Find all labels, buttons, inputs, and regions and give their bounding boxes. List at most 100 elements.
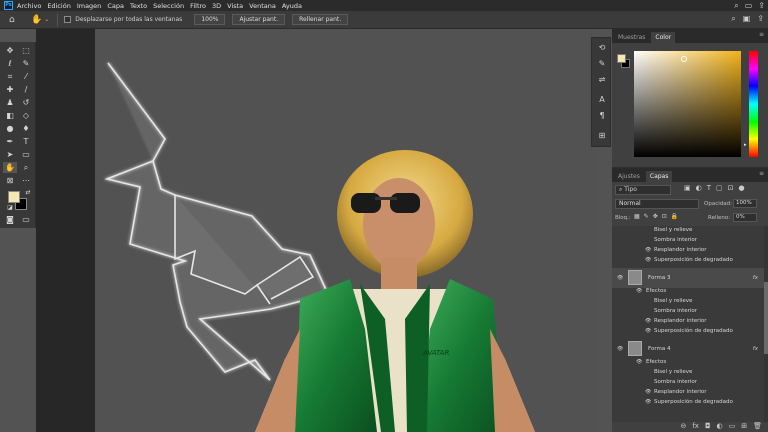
lasso-tool-icon[interactable]: ℓ — [3, 58, 17, 69]
layer-row-forma-4[interactable]: 👁 Forma 4 fx — [612, 339, 764, 359]
edit-toolbar-icon[interactable]: ⊠ — [3, 175, 17, 186]
effect-row[interactable]: Bisel y relieve — [612, 227, 764, 237]
panel-menu-icon[interactable]: ≡ — [759, 31, 764, 38]
visibility-eye-icon[interactable]: 👁 — [645, 328, 651, 334]
layer-filter-select[interactable]: ⌕ Tipo — [615, 185, 671, 195]
visibility-eye-icon[interactable]: 👁 — [645, 247, 651, 253]
eyedropper-tool-icon[interactable]: ⁄ — [19, 71, 33, 82]
effect-row[interactable]: Sombra interior — [612, 308, 764, 318]
visibility-eye-icon[interactable]: 👁 — [645, 389, 651, 395]
crop-tool-icon[interactable]: ⌗ — [3, 71, 17, 82]
add-style-icon[interactable]: fx — [692, 422, 699, 432]
history-icon[interactable]: ⟲ — [596, 42, 608, 53]
layers-scrollbar[interactable] — [764, 226, 768, 422]
layer-row-forma-3[interactable]: 👁 Forma 3 fx — [612, 268, 764, 288]
menu-archivo[interactable]: Archivo — [17, 2, 41, 10]
adjustments-icon[interactable]: ⇌ — [596, 74, 608, 85]
quick-select-tool-icon[interactable]: ✎ — [19, 58, 33, 69]
smart-object-filter-icon[interactable]: ⊡ — [728, 184, 734, 192]
lock-all-icon[interactable]: 🔒 — [671, 213, 678, 220]
search-icon[interactable]: ⌕ — [731, 14, 735, 24]
color-picker-marker[interactable] — [681, 56, 687, 62]
effects-header-row[interactable]: 👁 Efectos — [612, 288, 764, 298]
menu-filtro[interactable]: Filtro — [190, 2, 206, 10]
hand-tool-icon[interactable]: ✋ — [31, 15, 42, 25]
add-mask-icon[interactable]: ◘ — [705, 422, 711, 432]
type-filter-icon[interactable]: T — [707, 184, 711, 192]
brush-settings-icon[interactable]: ✎ — [596, 58, 608, 69]
menu-capa[interactable]: Capa — [107, 2, 124, 10]
workspace-icon[interactable]: ▭ — [745, 1, 753, 10]
hue-slider-handle-icon[interactable]: ▸ — [744, 142, 747, 148]
layer-thumbnail[interactable] — [628, 270, 642, 285]
menu-vista[interactable]: Vista — [227, 2, 243, 10]
visibility-eye-icon[interactable]: 👁 — [617, 275, 623, 281]
hue-slider[interactable] — [749, 51, 758, 157]
type-tool-icon[interactable]: T — [19, 136, 33, 147]
layer-thumbnail[interactable] — [628, 341, 642, 356]
fx-icon[interactable]: fx — [753, 346, 758, 352]
adjustment-filter-icon[interactable]: ◐ — [696, 184, 702, 192]
share-icon[interactable]: ⇪ — [757, 14, 764, 24]
hand-tool-icon[interactable]: ✋ — [3, 162, 17, 173]
menu-ventana[interactable]: Ventana — [249, 2, 276, 10]
effect-row[interactable]: Sombra interior — [612, 237, 764, 247]
menu-imagen[interactable]: Imagen — [77, 2, 101, 10]
home-icon[interactable]: ⌂ — [9, 15, 19, 25]
effect-row[interactable]: 👁 Resplandor interior — [612, 247, 764, 257]
group-icon[interactable]: ▭ — [729, 422, 736, 432]
scrollbar-thumb[interactable] — [764, 282, 768, 354]
healing-brush-tool-icon[interactable]: ✚ — [3, 84, 17, 95]
more-tools-icon[interactable]: ⋯ — [19, 175, 33, 186]
tab-capas[interactable]: Capas — [645, 171, 673, 182]
arrange-documents-icon[interactable]: ▣ — [743, 14, 751, 24]
shape-filter-icon[interactable]: ▢ — [716, 184, 723, 192]
path-selection-tool-icon[interactable]: ➤ — [3, 149, 17, 160]
pen-tool-icon[interactable]: ✒ — [3, 136, 17, 147]
lock-position-icon[interactable]: ✥ — [653, 213, 658, 220]
adjustment-layer-icon[interactable]: ◐ — [717, 422, 723, 432]
fx-icon[interactable]: fx — [753, 275, 758, 281]
character-icon[interactable]: A — [596, 94, 608, 105]
scroll-all-windows-checkbox[interactable] — [64, 16, 72, 23]
menu-ayuda[interactable]: Ayuda — [282, 2, 302, 10]
visibility-eye-icon[interactable]: 👁 — [617, 346, 623, 352]
filter-toggle-icon[interactable]: ● — [739, 184, 745, 192]
paint-bucket-tool-icon[interactable]: ◇ — [19, 110, 33, 121]
blend-mode-select[interactable]: Normal — [615, 199, 699, 209]
effect-row[interactable]: 👁 Superposición de degradado — [612, 257, 764, 267]
properties-icon[interactable]: ⊞ — [596, 130, 608, 141]
visibility-eye-icon[interactable]: 👁 — [636, 359, 642, 365]
fill-screen-button[interactable]: Rellenar pant. — [292, 14, 349, 25]
zoom-100-button[interactable]: 100% — [194, 14, 226, 25]
lock-artboard-icon[interactable]: ⊡ — [662, 213, 667, 220]
fill-input[interactable]: 0% — [733, 213, 757, 222]
swap-colors-icon[interactable]: ⇄ — [21, 187, 35, 198]
effect-row[interactable]: 👁 Resplandor interior — [612, 318, 764, 328]
menu-seleccion[interactable]: Selección — [153, 2, 184, 10]
dodge-tool-icon[interactable]: ♦ — [19, 123, 33, 134]
screen-mode-icon[interactable]: ▭ — [19, 214, 33, 225]
blur-tool-icon[interactable]: ● — [3, 123, 17, 134]
tab-color[interactable]: Color — [651, 32, 676, 43]
menu-texto[interactable]: Texto — [130, 2, 147, 10]
visibility-eye-icon[interactable]: 👁 — [636, 288, 642, 294]
marquee-tool-icon[interactable]: ⬚ — [19, 45, 33, 56]
link-layers-icon[interactable]: ⊖ — [680, 422, 686, 432]
effect-row[interactable]: Bisel y relieve — [612, 369, 764, 379]
tab-muestras[interactable]: Muestras — [614, 32, 649, 43]
rectangle-tool-icon[interactable]: ▭ — [19, 149, 33, 160]
opacity-input[interactable]: 100% — [733, 199, 757, 208]
default-colors-icon[interactable]: ◪ — [3, 202, 17, 213]
lock-transparent-icon[interactable]: ▦ — [634, 213, 640, 220]
brush-tool-icon[interactable]: / — [19, 84, 33, 95]
document-canvas[interactable]: AVATAR — [95, 29, 597, 432]
menu-edicion[interactable]: Edición — [47, 2, 71, 10]
new-layer-icon[interactable]: ⊞ — [741, 422, 747, 432]
fit-screen-button[interactable]: Ajustar pant. — [232, 14, 286, 25]
foreground-color-swatch[interactable] — [617, 54, 626, 63]
photoshop-logo-icon[interactable]: Ps — [4, 1, 13, 10]
menu-3d[interactable]: 3D — [212, 2, 221, 10]
paragraph-icon[interactable]: ¶ — [596, 110, 608, 121]
effect-row[interactable]: Sombra interior — [612, 379, 764, 389]
